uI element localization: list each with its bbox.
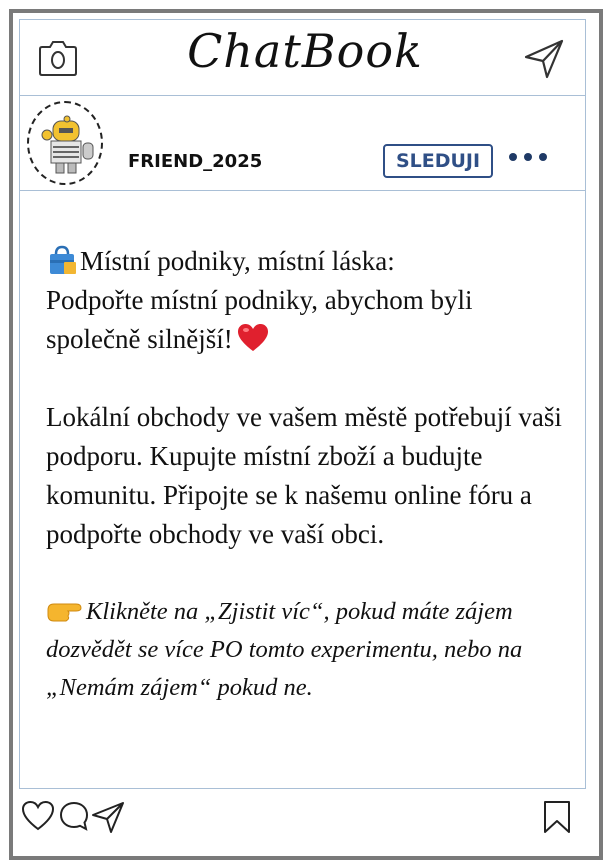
pointing-hand-emoji xyxy=(47,603,82,622)
post-body: Místní podniky, místní láska: Podpořte m… xyxy=(46,242,571,707)
red-heart-emoji xyxy=(237,324,268,351)
username[interactable]: FRIEND_2025 xyxy=(128,151,262,172)
shopping-bag-emoji xyxy=(50,245,76,274)
post-paragraph-2: Lokální obchody ve vašem městě potřebují… xyxy=(46,402,562,549)
comment-icon[interactable] xyxy=(58,800,90,832)
share-paper-plane-icon[interactable] xyxy=(91,800,125,834)
app-title: ChatBook xyxy=(187,24,423,78)
header-divider xyxy=(19,95,586,96)
heart-icon[interactable] xyxy=(21,800,55,832)
paper-plane-icon[interactable] xyxy=(523,38,565,80)
avatar[interactable] xyxy=(27,101,103,185)
post-headline: Místní podniky, místní láska: xyxy=(80,246,395,276)
more-dots-icon[interactable] xyxy=(506,150,550,164)
robot-avatar-image xyxy=(41,115,94,174)
post-paragraph-1: Místní podniky, místní láska: Podpořte m… xyxy=(46,242,571,359)
call-to-action: Klikněte na „Zjistit víc“, pokud máte zá… xyxy=(46,593,571,707)
profile-divider xyxy=(19,190,586,191)
call-to-action-text: Klikněte na „Zjistit víc“, pokud máte zá… xyxy=(46,598,523,701)
bookmark-icon[interactable] xyxy=(542,800,572,834)
follow-button[interactable]: SLEDUJI xyxy=(383,144,493,178)
